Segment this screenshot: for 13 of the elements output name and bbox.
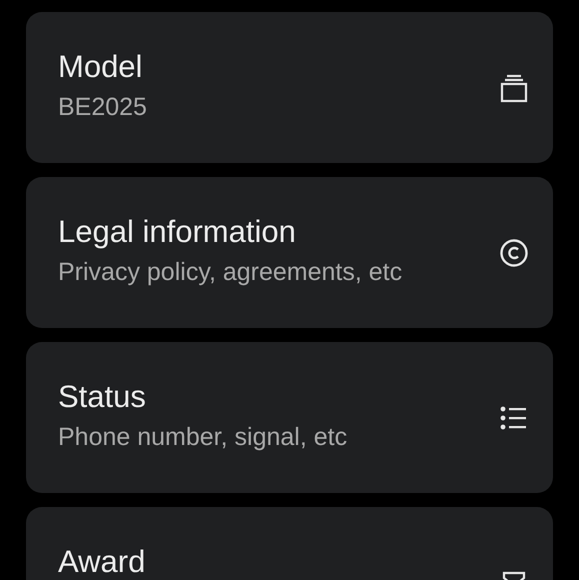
item-title: Model (58, 49, 144, 85)
item-subtitle: BE2025 (58, 93, 148, 122)
item-title: Award (58, 544, 146, 580)
item-title: Status (58, 379, 147, 415)
settings-item[interactable]: Model BE2025 (26, 12, 553, 163)
settings-item[interactable]: Award (26, 507, 553, 580)
item-subtitle: Privacy policy, agreements, etc (58, 258, 404, 287)
item-subtitle: Phone number, signal, etc (58, 423, 348, 452)
copyright-icon (499, 238, 529, 268)
stack-icon (499, 73, 529, 103)
item-title: Legal information (58, 214, 297, 250)
settings-item[interactable]: Status Phone number, signal, etc (26, 342, 553, 493)
settings-item[interactable]: Legal information Privacy policy, agreements, etc (26, 177, 553, 328)
